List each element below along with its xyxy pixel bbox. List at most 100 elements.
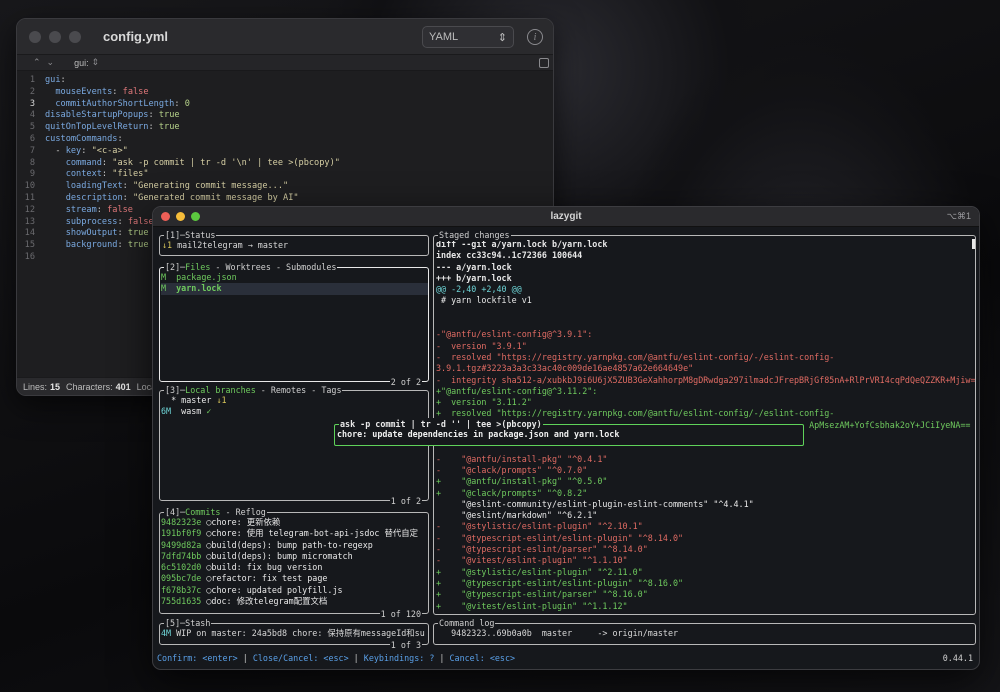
commits-title-rest[interactable]: - Reflog	[220, 507, 266, 517]
commit-item[interactable]: 095bc7de ◯refactor: fix test page	[161, 573, 428, 584]
keybindings-hint[interactable]: Keybindings: ?	[364, 653, 435, 663]
diff-scrollbar[interactable]	[972, 239, 975, 249]
cancel-hint[interactable]: Cancel: <esc>	[450, 653, 516, 663]
branch-item[interactable]: * master ↓1	[161, 395, 428, 406]
commits-panel[interactable]: [4]─Commits - Reflog 9482323e ◯chore: 更新…	[159, 506, 429, 620]
files-panel[interactable]: [2]─Files - Worktrees - Submodules M pac…	[159, 261, 429, 388]
code-line[interactable]: 5 quitOnTopLevelReturn: true	[17, 122, 553, 134]
diff-line: + "@vitest/eslint-plugin" "^1.1.12"	[436, 600, 628, 611]
editor-filename: config.yml	[103, 29, 169, 44]
diff-line: index cc33c94..1c72366 100644	[436, 250, 583, 261]
files-title-num: [2]─	[165, 262, 186, 272]
branches-title-num: [3]─	[165, 385, 186, 395]
diff-line: +"@antfu/eslint-config@^3.11.2":	[436, 385, 598, 396]
confirm-hint[interactable]: Confirm: <enter>	[157, 653, 238, 663]
diff-line: + "@antfu/install-pkg" "^0.5.0"	[436, 476, 608, 487]
command-log-line: 9482323..69b0a0b master -> origin/master	[436, 628, 679, 638]
diff-line: diff --git a/yarn.lock b/yarn.lock	[436, 239, 608, 249]
code-line[interactable]: 4 disableStartupPopups: true	[17, 110, 553, 122]
line-code: command: "ask -p commit | tr -d '\n' | t…	[45, 158, 340, 170]
chevron-down-icon[interactable]: ⌄	[47, 57, 61, 67]
info-icon[interactable]: i	[527, 29, 543, 45]
line-number: 4	[29, 110, 35, 121]
branch-status: ↓1	[211, 395, 227, 405]
code-token: showOutput	[65, 228, 118, 239]
code-token: command	[65, 157, 102, 168]
diff-line: - "@antfu/install-pkg" "^0.4.1"	[436, 453, 608, 464]
diff-line: + "@typescript-eslint/eslint-plugin" "^8…	[436, 577, 684, 588]
symbol-breadcrumb[interactable]: gui:	[74, 58, 89, 68]
code-token: :	[174, 98, 185, 109]
chevron-up-icon[interactable]: ⌃	[33, 57, 47, 67]
diff-line: - integrity sha512-a/xubkbJ9i6U6jX5ZUB3G…	[436, 374, 975, 385]
branch-prefix: 6M	[161, 406, 182, 417]
close-hint[interactable]: Close/Cancel: <esc>	[253, 653, 349, 663]
commit-list[interactable]: 9482323e ◯chore: 更新依赖 191bf0f9 ◯chore: 使用…	[160, 513, 428, 607]
code-line[interactable]: 9 context: "files"	[17, 169, 553, 181]
diff-line: - "@stylistic/eslint-plugin" "^2.10.1"	[436, 521, 643, 532]
code-line[interactable]: 10 loadingText: "Generating commit messa…	[17, 181, 553, 193]
code-token: "Generating commit message..."	[132, 181, 289, 192]
line-number: 6	[29, 133, 35, 144]
line-code: stream: false	[45, 205, 133, 217]
command-log-title: Command log	[438, 617, 496, 629]
branches-panel-title[interactable]: [3]─Local branches - Remotes - Tags	[164, 384, 343, 396]
commit-item[interactable]: f678b37c ◯chore: updated polyfill.js	[161, 585, 428, 596]
stash-panel[interactable]: [5]─Stash 4M WIP on master: 24a5bd8 chor…	[159, 617, 429, 651]
commit-hash: 6c5102d0	[161, 562, 202, 573]
branches-title-rest[interactable]: - Remotes - Tags	[256, 385, 342, 395]
commit-item[interactable]: 6c5102d0 ◯build: fix bug version	[161, 562, 428, 573]
status-panel[interactable]: [1]─Status ↓1 mail2telegram → master	[159, 229, 429, 256]
line-code: context: "files"	[45, 169, 149, 181]
file-item[interactable]: M package.json	[161, 272, 428, 283]
code-token: :	[81, 145, 92, 156]
diff-line: 3.9.1.tgz#3223a3a3c33ac40c009de16ae4857a…	[436, 363, 694, 374]
diff-line: + "@typescript-eslint/parser" "^8.16.0"	[436, 589, 648, 600]
files-title-rest[interactable]: - Worktrees - Submodules	[210, 262, 336, 272]
tab-files[interactable]: Files	[185, 262, 210, 272]
commit-item[interactable]: 755d1635 ◯doc: 修改telegram配置文档	[161, 596, 428, 607]
diff-line: +++ b/yarn.lock	[436, 272, 512, 283]
code-line[interactable]: 11 description: "Generated commit messag…	[17, 193, 553, 205]
line-number: 16	[24, 251, 35, 262]
close-window-button[interactable]	[29, 30, 41, 43]
diff-line: - "@typescript-eslint/parser" "^8.14.0"	[436, 544, 648, 555]
code-token: :	[96, 204, 108, 215]
staged-changes-title: Staged changes	[438, 229, 511, 241]
status-panel-title: [1]─Status	[164, 229, 217, 241]
code-line[interactable]: 6 customCommands:	[17, 134, 553, 146]
code-token: key	[65, 145, 82, 156]
commit-message-popup[interactable]: ask -p commit | tr -d '' | tee >(pbcopy)…	[334, 418, 804, 446]
commit-item[interactable]: 9482323e ◯chore: 更新依赖	[161, 517, 428, 528]
code-line[interactable]: 8 command: "ask -p commit | tr -d '\n' |…	[17, 158, 553, 170]
code-line[interactable]: 7 - key: "<c-a>"	[17, 146, 553, 158]
commit-item[interactable]: 9499d82a ◯build(deps): bump path-to-rege…	[161, 540, 428, 551]
split-view-icon[interactable]	[539, 58, 549, 68]
line-code: background: true	[45, 240, 149, 252]
minimize-window-button[interactable]	[49, 30, 61, 43]
code-token: background	[65, 240, 118, 251]
files-panel-title[interactable]: [2]─Files - Worktrees - Submodules	[164, 261, 338, 273]
file-name: yarn.lock	[166, 283, 222, 294]
command-log-panel: Command log 9482323..69b0a0b master -> o…	[433, 617, 976, 645]
code-line[interactable]: 2 mouseEvents: false	[17, 87, 553, 99]
code-line[interactable]: 1 gui:	[17, 75, 553, 87]
chevron-updown-icon: ⇕	[497, 31, 507, 44]
commit-item[interactable]: 7dfd74bb ◯build(deps): bump micromatch	[161, 551, 428, 562]
branch-item[interactable]: 6M wasm ✓	[161, 406, 428, 417]
commit-item[interactable]: 191bf0f9 ◯chore: 使用 telegram-bot-api-jsd…	[161, 528, 428, 539]
chevron-updown-icon: ⇕	[91, 57, 100, 67]
line-number: 2	[29, 86, 35, 97]
commits-panel-title[interactable]: [4]─Commits - Reflog	[164, 506, 267, 518]
code-token: true	[158, 122, 180, 133]
tab-commits[interactable]: Commits	[185, 507, 220, 517]
zoom-window-button[interactable]	[69, 30, 81, 43]
code-line[interactable]: 3 commitAuthorShortLength: 0	[17, 99, 553, 111]
commit-message: ◯build(deps): bump path-to-regexp	[201, 539, 373, 550]
file-item[interactable]: M yarn.lock	[161, 283, 428, 295]
line-number: 3	[29, 98, 35, 109]
code-token: "Generated commit message by AI"	[132, 192, 299, 203]
tab-local-branches[interactable]: Local branches	[185, 385, 256, 395]
language-select[interactable]: YAML ⇕	[422, 26, 514, 48]
